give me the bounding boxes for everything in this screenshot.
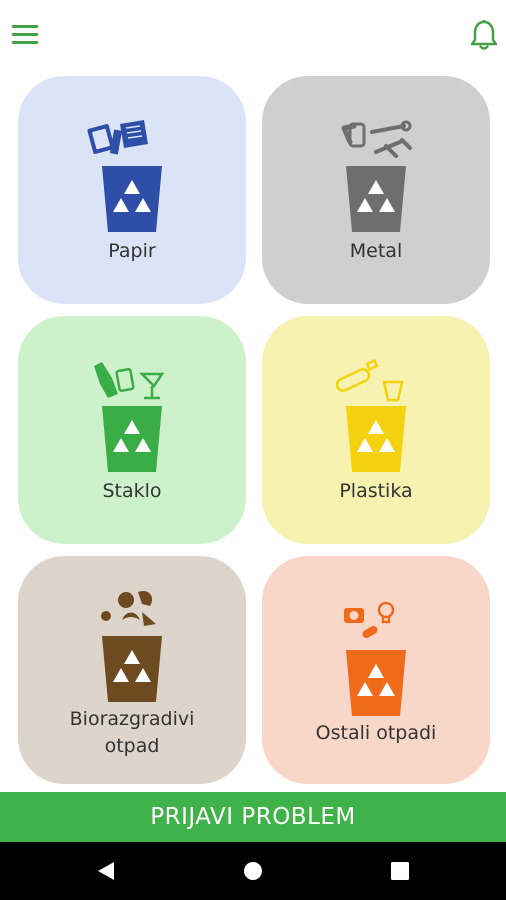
category-label: Metal [349,240,403,262]
category-tile-staklo[interactable]: Staklo [18,316,246,544]
system-navigation-bar [0,842,506,900]
back-triangle-icon[interactable] [92,857,120,885]
category-label: Ostali otpadi [315,722,437,744]
category-label: Plastika [339,480,413,502]
paper-bin-icon [87,120,162,232]
category-tile-plastika[interactable]: Plastika [262,316,490,544]
home-circle-icon[interactable] [239,857,267,885]
report-problem-button[interactable]: PRIJAVI PROBLEM [0,792,506,842]
category-label: Biorazgradivi otpad [69,708,195,757]
category-tile-metal[interactable]: Metal [262,76,490,304]
category-label: Staklo [102,480,162,502]
metal-bin-icon [341,120,412,232]
category-tile-ostali-otpadi[interactable]: Ostali otpadi [262,556,490,784]
recents-square-icon[interactable] [386,857,414,885]
plastic-bin-icon [335,358,406,472]
waste-category-grid: Papir Metal Staklo Plastika Biorazgradiv… [0,0,506,790]
category-tile-papir[interactable]: Papir [18,76,246,304]
category-label: Papir [108,240,156,262]
category-tile-biorazgradivi-otpad[interactable]: Biorazgradivi otpad [18,556,246,784]
organic-bin-icon [101,590,162,702]
other-waste-bin-icon [344,601,406,716]
glass-bin-icon [94,362,165,472]
